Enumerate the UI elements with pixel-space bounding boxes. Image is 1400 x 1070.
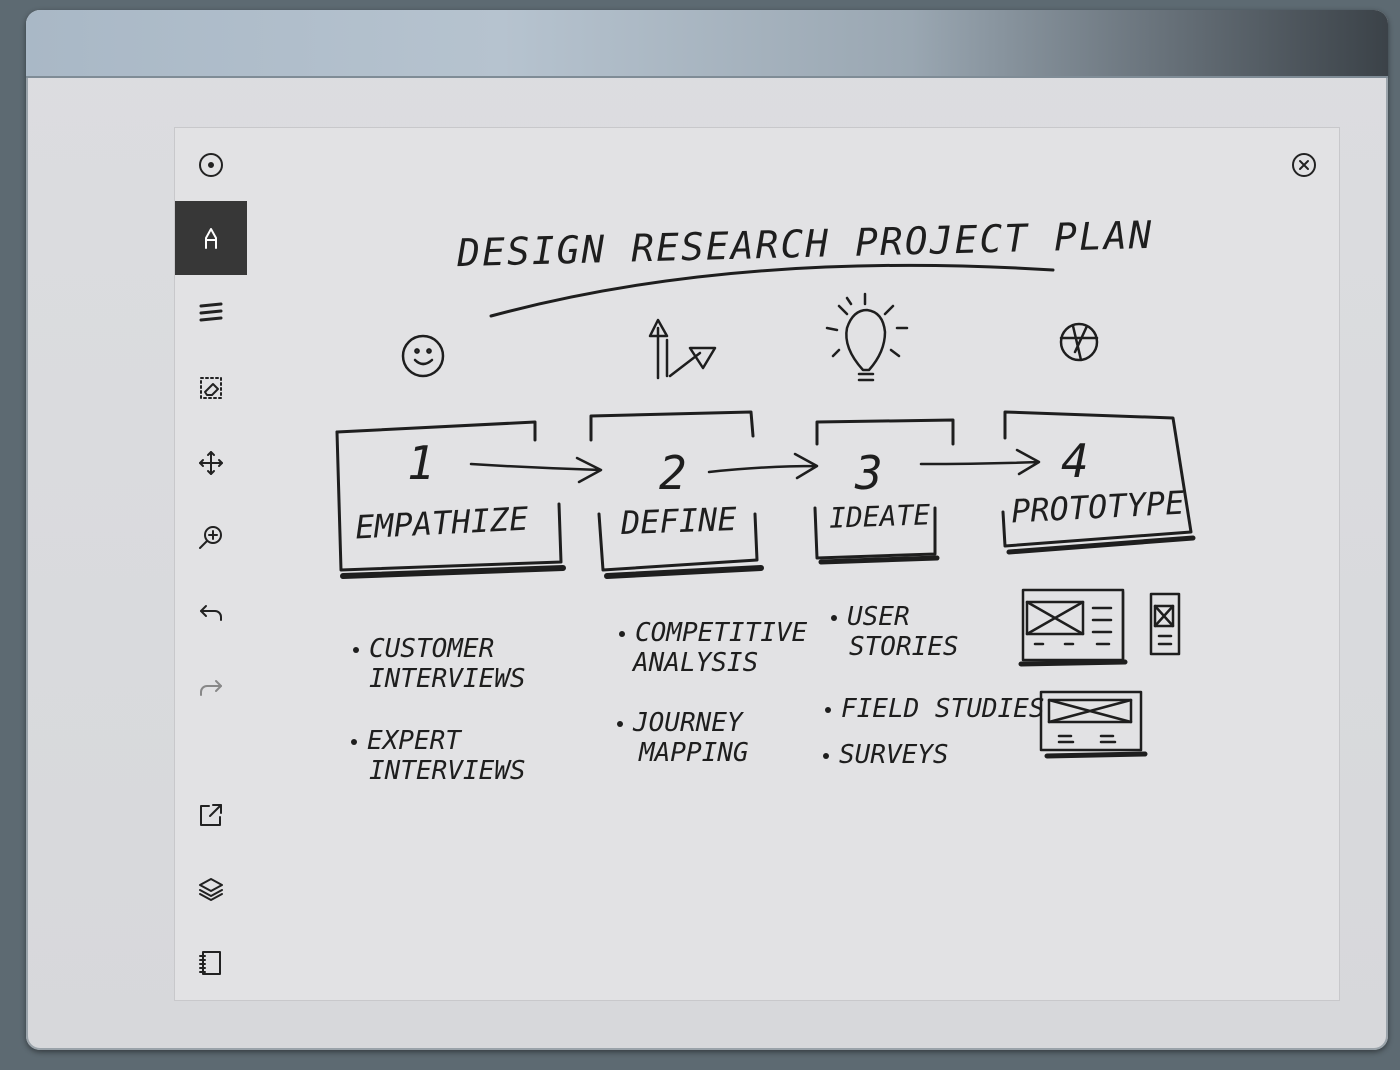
tablet-device: DESIGN RESEARCH PROJECT PLAN 1 EMPATHIZE… bbox=[26, 10, 1388, 1050]
step-2-number: 2 bbox=[659, 446, 688, 500]
step-3-number: 3 bbox=[855, 446, 884, 500]
step-1-box bbox=[335, 420, 566, 579]
step-3-box bbox=[813, 418, 955, 565]
drawing-canvas[interactable]: DESIGN RESEARCH PROJECT PLAN 1 EMPATHIZE… bbox=[175, 128, 1339, 1000]
step-1-number: 1 bbox=[407, 436, 436, 490]
step-3-label: IDEATE bbox=[828, 498, 931, 535]
lightbulb-icon bbox=[825, 292, 909, 382]
e-ink-screen: DESIGN RESEARCH PROJECT PLAN 1 EMPATHIZE… bbox=[174, 127, 1340, 1001]
bullet-expert-interviews: EXPERT INTERVIEWS bbox=[351, 726, 526, 786]
bullet-user-stories: USER STORIES bbox=[831, 602, 959, 662]
bullet-customer-interviews: CUSTOMER INTERVIEWS bbox=[353, 634, 526, 694]
bullet-dot bbox=[351, 738, 357, 745]
bullet-dot bbox=[619, 630, 625, 637]
globe-icon bbox=[1059, 322, 1099, 362]
wireframe-sketches bbox=[1018, 588, 1181, 759]
smiley-icon bbox=[401, 334, 445, 378]
bullet-surveys: SURVEYS bbox=[823, 740, 949, 770]
bullet-dot bbox=[825, 706, 831, 713]
bullet-competitive-analysis: COMPETITIVE ANALYSIS bbox=[619, 618, 807, 678]
device-bezel bbox=[26, 10, 1388, 78]
bullet-field-studies: FIELD STUDIES bbox=[825, 694, 1045, 724]
bullet-journey-mapping: JOURNEY MAPPING bbox=[617, 708, 749, 768]
bullet-dot bbox=[823, 752, 829, 759]
arrows-icon bbox=[648, 318, 717, 380]
bullet-dot bbox=[831, 614, 837, 621]
title-underline bbox=[489, 263, 1055, 318]
connector-arrows bbox=[469, 448, 1041, 484]
bullet-dot bbox=[353, 646, 359, 653]
bullet-dot bbox=[617, 720, 623, 727]
step-2-label: DEFINE bbox=[620, 499, 738, 543]
step-4-number: 4 bbox=[1061, 434, 1090, 488]
step-4-box bbox=[1001, 410, 1196, 555]
